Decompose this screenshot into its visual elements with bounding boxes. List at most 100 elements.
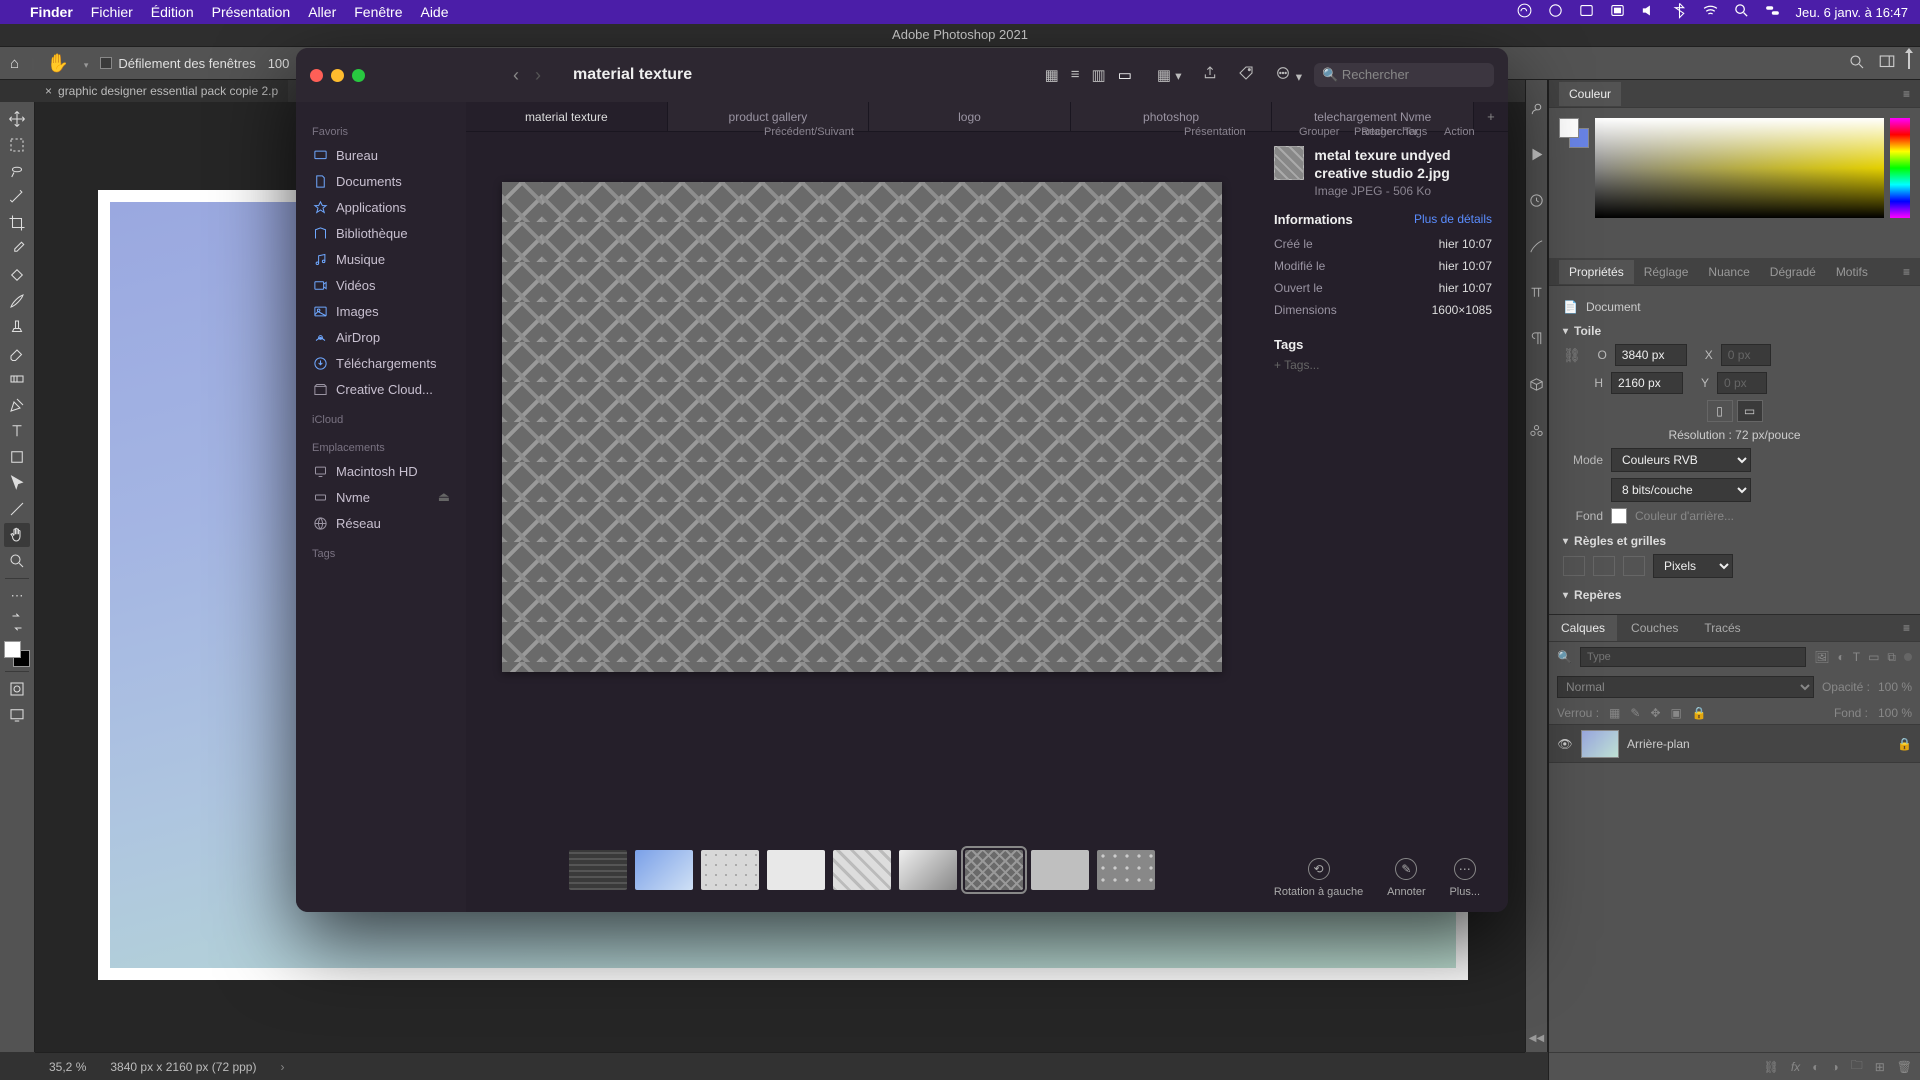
- annotate-button[interactable]: ✎Annoter: [1387, 858, 1426, 898]
- ruler-icon1[interactable]: [1563, 556, 1585, 576]
- menu-file[interactable]: Fichier: [91, 4, 133, 20]
- thumb-6[interactable]: [965, 850, 1023, 890]
- minimize-button[interactable]: [331, 69, 344, 82]
- zoom-value[interactable]: 100: [268, 56, 290, 71]
- tab-channels[interactable]: Couches: [1619, 615, 1690, 641]
- mode-select[interactable]: Couleurs RVB: [1611, 448, 1751, 472]
- hand-tool-icon[interactable]: ✋: [46, 53, 68, 74]
- gradient-tool-icon[interactable]: [4, 367, 30, 391]
- blend-select[interactable]: Normal: [1557, 676, 1814, 698]
- line-tool-icon[interactable]: [4, 497, 30, 521]
- color-field[interactable]: [1595, 118, 1884, 218]
- home-icon[interactable]: ⌂: [10, 55, 19, 72]
- sidebar-item-music[interactable]: Musique: [296, 246, 466, 272]
- zoom-tool-icon[interactable]: [4, 549, 30, 573]
- panel-menu-icon[interactable]: ≡: [1903, 265, 1910, 279]
- group-icon[interactable]: 🗀: [1851, 1056, 1863, 1077]
- tags-button[interactable]: [1238, 65, 1254, 85]
- sidebar-item-images[interactable]: Images: [296, 298, 466, 324]
- view-columns-icon[interactable]: ▥: [1087, 64, 1111, 86]
- finder-tab-3[interactable]: photoshop: [1071, 102, 1273, 131]
- orient-landscape-icon[interactable]: ▭: [1737, 400, 1763, 422]
- tab-paths[interactable]: Tracés: [1692, 615, 1752, 641]
- layer-name[interactable]: Arrière-plan: [1627, 737, 1690, 751]
- status-clock[interactable]: Jeu. 6 janv. à 16:47: [1795, 5, 1908, 20]
- thumb-5[interactable]: [899, 850, 957, 890]
- tab-swatch[interactable]: Nuance: [1698, 260, 1759, 284]
- tab-properties[interactable]: Propriétés: [1559, 260, 1634, 284]
- workspace-icon[interactable]: [1878, 53, 1896, 74]
- sidebar-item-nvme[interactable]: Nvme⏏: [296, 484, 466, 510]
- fx-icon[interactable]: fx: [1791, 1060, 1800, 1074]
- dock-libraries-icon[interactable]: [1528, 422, 1545, 442]
- heal-tool-icon[interactable]: [4, 263, 30, 287]
- tab-layers[interactable]: Calques: [1549, 615, 1617, 641]
- fill-opacity-value[interactable]: 100 %: [1878, 706, 1912, 720]
- opacity-value[interactable]: 100 %: [1878, 680, 1912, 694]
- finder-tab-4[interactable]: telechargement Nvme: [1272, 102, 1474, 131]
- status-date-icon[interactable]: [1578, 2, 1595, 22]
- thumb-4[interactable]: [833, 850, 891, 890]
- thumb-2[interactable]: [701, 850, 759, 890]
- panel-menu-icon[interactable]: ≡: [1893, 615, 1920, 641]
- finder-search[interactable]: 🔍 Rechercher: [1314, 63, 1494, 87]
- hue-slider[interactable]: [1890, 118, 1910, 218]
- menu-go[interactable]: Aller: [308, 4, 336, 20]
- brush-tool-icon[interactable]: [4, 289, 30, 313]
- thumb-3[interactable]: [767, 850, 825, 890]
- pen-tool-icon[interactable]: [4, 393, 30, 417]
- dock-brush-settings-icon[interactable]: [1528, 100, 1545, 120]
- status-control-center-icon[interactable]: [1764, 2, 1781, 22]
- sidebar-item-macintosh[interactable]: Macintosh HD: [296, 458, 466, 484]
- mask-icon[interactable]: ◐: [1812, 1060, 1819, 1074]
- dock-brush-icon[interactable]: [1528, 238, 1545, 258]
- maximize-button[interactable]: [352, 69, 365, 82]
- add-tags[interactable]: + Tags...: [1274, 358, 1492, 372]
- dock-play-icon[interactable]: [1528, 146, 1545, 166]
- status-sync-icon[interactable]: [1547, 2, 1564, 22]
- eyedropper-tool-icon[interactable]: [4, 237, 30, 261]
- more-details-link[interactable]: Plus de détails: [1414, 212, 1492, 227]
- rotate-left-button[interactable]: ⟲Rotation à gauche: [1274, 858, 1363, 898]
- status-dims[interactable]: 3840 px x 2160 px (72 ppp): [110, 1060, 256, 1074]
- marquee-tool-icon[interactable]: [4, 133, 30, 157]
- status-zoom[interactable]: 35,2 %: [49, 1060, 86, 1074]
- status-spotlight-icon[interactable]: [1733, 2, 1750, 22]
- depth-select[interactable]: 8 bits/couche: [1611, 478, 1751, 502]
- sidebar-item-airdrop[interactable]: AirDrop: [296, 324, 466, 350]
- status-stage-icon[interactable]: [1609, 2, 1626, 22]
- tab-gradient[interactable]: Dégradé: [1760, 260, 1826, 284]
- ruler-unit-select[interactable]: Pixels: [1653, 554, 1733, 578]
- filter-image-icon[interactable]: 🖼: [1814, 650, 1829, 664]
- add-tab-button[interactable]: +: [1474, 102, 1508, 131]
- stamp-tool-icon[interactable]: [4, 315, 30, 339]
- close-button[interactable]: [310, 69, 323, 82]
- sidebar-item-library[interactable]: Bibliothèque: [296, 220, 466, 246]
- eject-icon[interactable]: ⏏: [438, 489, 450, 505]
- dock-type-icon[interactable]: [1528, 284, 1545, 304]
- search-icon[interactable]: 🔍: [1557, 650, 1572, 664]
- shape-tool-icon[interactable]: [4, 445, 30, 469]
- view-gallery-icon[interactable]: ▭: [1113, 64, 1137, 86]
- view-icons-icon[interactable]: ▦: [1040, 64, 1064, 86]
- back-button[interactable]: ‹: [507, 63, 525, 88]
- tab-color[interactable]: Couleur: [1559, 82, 1621, 106]
- new-layer-icon[interactable]: ⊞: [1875, 1060, 1885, 1074]
- lasso-tool-icon[interactable]: [4, 159, 30, 183]
- adjustment-icon[interactable]: ◑: [1831, 1060, 1838, 1074]
- share-icon[interactable]: [1908, 53, 1910, 74]
- ruler-icon2[interactable]: [1593, 556, 1615, 576]
- color-swatch-pair[interactable]: [1559, 118, 1589, 148]
- filter-type-icon[interactable]: T: [1853, 650, 1860, 664]
- lock-nest-icon[interactable]: ▣: [1671, 706, 1682, 720]
- color-swatch[interactable]: [4, 641, 30, 667]
- y-input[interactable]: [1717, 372, 1767, 394]
- layer-filter-input[interactable]: [1580, 647, 1806, 667]
- orient-portrait-icon[interactable]: ▯: [1707, 400, 1733, 422]
- visibility-icon[interactable]: 👁: [1557, 737, 1573, 751]
- filter-adjust-icon[interactable]: ◐: [1837, 650, 1844, 664]
- type-tool-icon[interactable]: [4, 419, 30, 443]
- filter-toggle[interactable]: [1904, 653, 1912, 661]
- wand-tool-icon[interactable]: [4, 185, 30, 209]
- menubar-app-name[interactable]: Finder: [30, 4, 73, 20]
